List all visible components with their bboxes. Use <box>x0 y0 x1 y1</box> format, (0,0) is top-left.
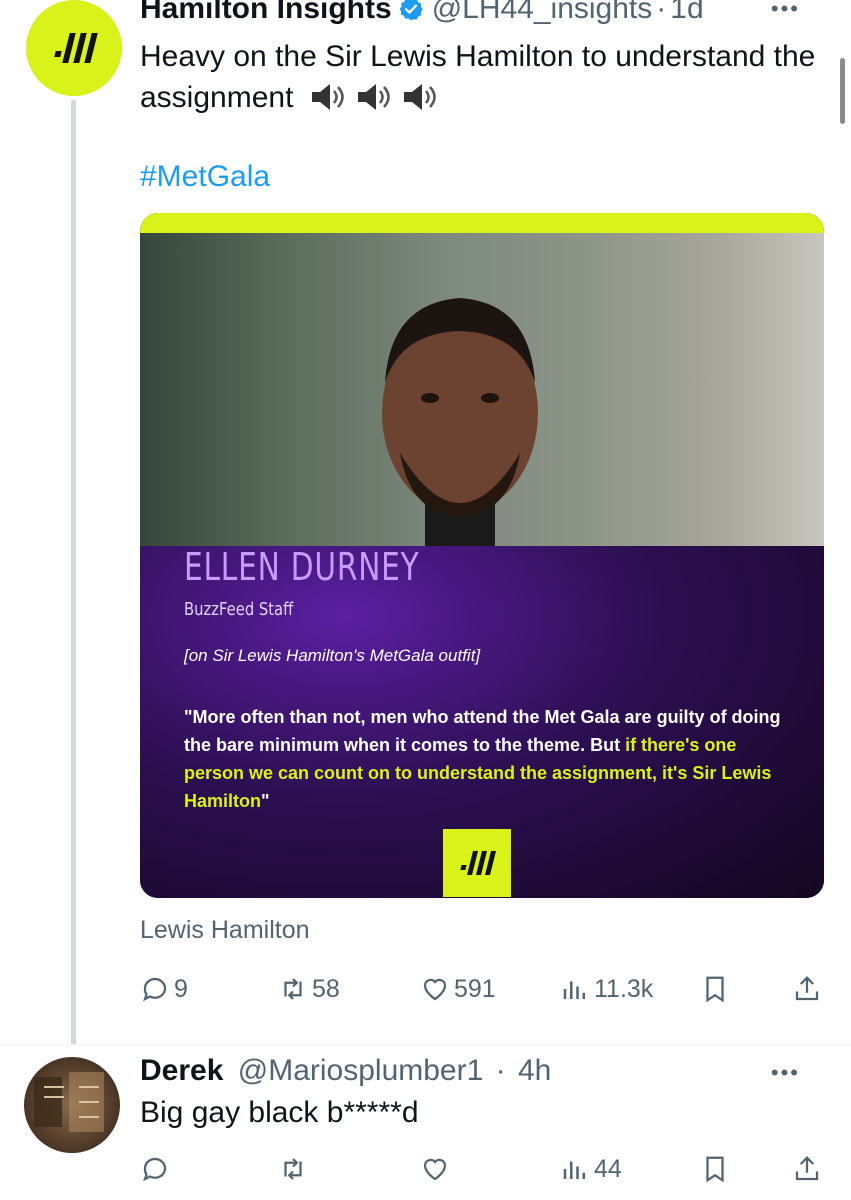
hashtag-link[interactable]: #MetGala <box>140 160 270 194</box>
post-media-image[interactable]: ELLEN DURNEY BuzzFeed Staff [on Sir Lewi… <box>140 213 824 898</box>
share-button[interactable] <box>792 1154 822 1184</box>
like-button[interactable] <box>420 1154 454 1184</box>
views-chart-icon <box>563 1161 585 1179</box>
bookmark-button[interactable] <box>700 974 730 1004</box>
user-handle[interactable]: @LH44_insights <box>432 0 653 26</box>
bookmark-icon <box>706 1156 724 1183</box>
user-handle[interactable]: @Mariosplumber1 <box>238 1054 484 1087</box>
repost-button[interactable] <box>278 1154 312 1184</box>
views-button[interactable]: 44 <box>560 1154 622 1184</box>
speaker-icon <box>403 84 436 110</box>
repost-icon <box>284 1158 302 1180</box>
speaker-icon <box>357 84 390 110</box>
reply-count: 9 <box>174 974 188 1003</box>
post-header: Hamilton Insights @LH44_insights · 1d ••… <box>140 0 830 26</box>
views-count: 11.3k <box>594 974 654 1003</box>
reply-action-bar: 44 <box>140 1154 830 1190</box>
reply-button[interactable] <box>140 1154 174 1184</box>
like-button[interactable]: 591 <box>420 974 496 1004</box>
lime-stripe <box>140 213 824 233</box>
post-divider <box>0 1044 851 1045</box>
main-post-action-bar: 9 58 591 11.3k <box>140 974 830 1010</box>
bookmark-icon <box>706 976 724 1003</box>
reply-icon <box>143 1157 167 1182</box>
post-time[interactable]: 4h <box>518 1054 551 1087</box>
heart-icon <box>423 1158 447 1181</box>
reply-button[interactable]: 9 <box>140 974 188 1004</box>
share-icon <box>795 1156 819 1181</box>
hamilton-insights-logo-icon <box>53 33 98 63</box>
quote-author-role: BuzzFeed Staff <box>184 599 294 620</box>
display-name[interactable]: Hamilton Insights <box>140 0 392 26</box>
separator: · <box>656 0 667 25</box>
share-icon <box>795 976 819 1001</box>
heart-icon <box>423 978 447 1001</box>
views-button[interactable]: 11.3k <box>560 974 653 1004</box>
thread-connector-line <box>71 100 76 1045</box>
repost-button[interactable]: 58 <box>278 974 340 1004</box>
share-button[interactable] <box>792 974 822 1004</box>
post-time[interactable]: 1d <box>670 0 703 26</box>
display-name[interactable]: Derek <box>140 1054 223 1087</box>
post-text-body: Heavy on the Sir Lewis Hamilton to under… <box>140 40 816 114</box>
speaker-icon <box>311 84 344 110</box>
repost-icon <box>284 978 302 1000</box>
avatar[interactable] <box>26 0 122 96</box>
quote-context: [on Sir Lewis Hamilton's MetGala outfit] <box>184 646 481 665</box>
hamilton-insights-logo-icon <box>443 829 511 897</box>
quote-author-name: ELLEN DURNEY <box>184 545 420 589</box>
reply-header: Derek @Mariosplumber1 · 4h ••• <box>140 1054 830 1088</box>
more-options-button[interactable]: ••• <box>771 0 800 22</box>
separator: · <box>495 1054 506 1087</box>
repost-count: 58 <box>312 974 340 1003</box>
reply-icon <box>143 977 167 1002</box>
views-chart-icon <box>563 981 585 999</box>
avatar[interactable] <box>24 1057 120 1153</box>
bookmark-button[interactable] <box>700 1154 730 1184</box>
quote-text: "More often than not, men who attend the… <box>184 703 784 815</box>
post-text: Heavy on the Sir Lewis Hamilton to under… <box>140 36 840 118</box>
like-count: 591 <box>454 974 496 1003</box>
more-options-button[interactable]: ••• <box>771 1060 800 1086</box>
verified-badge-icon <box>399 0 423 21</box>
avatar-photo <box>34 1072 104 1132</box>
media-caption: Lewis Hamilton <box>140 916 310 944</box>
scrollbar[interactable] <box>840 58 845 124</box>
views-count: 44 <box>594 1154 622 1183</box>
reply-text: Big gay black b*****d <box>140 1096 419 1129</box>
quote-text-end: " <box>261 791 270 811</box>
